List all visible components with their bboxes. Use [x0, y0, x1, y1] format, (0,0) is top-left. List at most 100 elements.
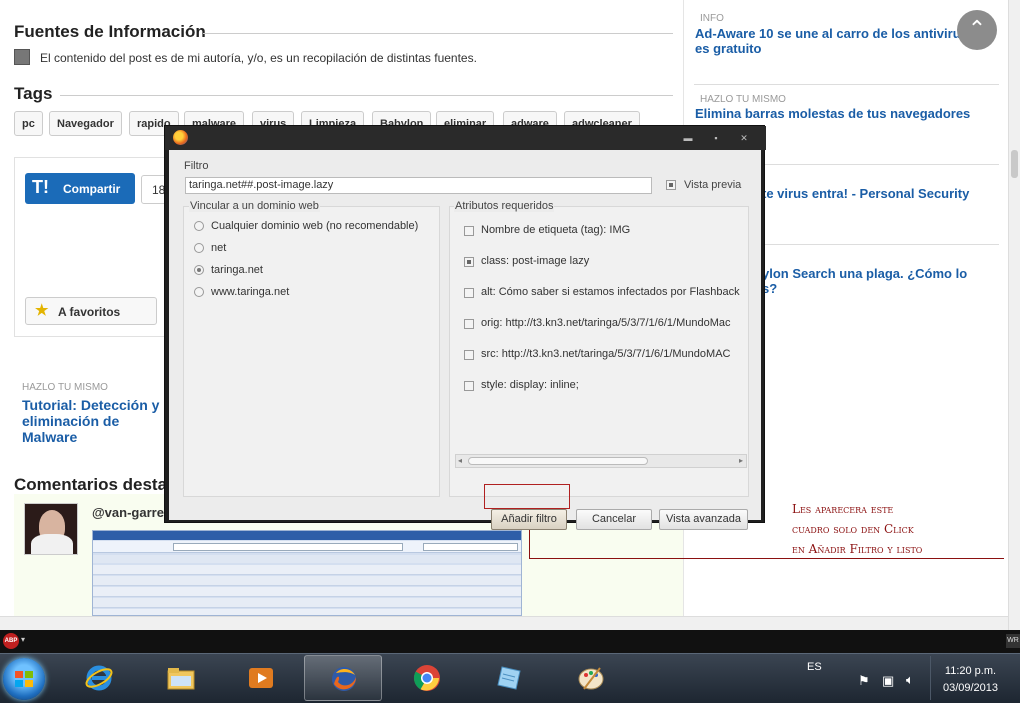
attr-checkbox-alt[interactable]	[464, 288, 474, 298]
taskbar-firefox[interactable]	[304, 655, 382, 701]
close-button[interactable]: ✕	[735, 134, 753, 143]
system-clock[interactable]: 11:20 p.m. 03/09/2013	[930, 656, 1010, 700]
chevron-up-icon: ⌃	[967, 16, 987, 41]
divider	[203, 33, 673, 34]
chrome-icon	[413, 665, 440, 691]
sidebar-link-virus[interactable]: te virus entra! - Personal Security	[762, 186, 969, 201]
sidebar-link-line: es gratuito	[695, 41, 762, 56]
annotation-text: Les aparecera este cuadro solo den Click…	[792, 499, 962, 559]
sidebar-link-barras[interactable]: Elimina barras molestas de tus navegador…	[695, 106, 970, 121]
network-icon[interactable]: ▣	[882, 673, 894, 689]
related-title-line: Malware	[22, 429, 78, 445]
annotation-line: en Añadir Filtro y listo	[792, 542, 923, 556]
related-title-line: eliminación de	[22, 413, 120, 429]
sidebar-link-line: s?	[762, 281, 778, 296]
internet-explorer-icon	[85, 665, 113, 691]
scroll-top-button[interactable]: ⌃	[957, 10, 997, 50]
favorites-button[interactable]: ★ A favoritos	[25, 297, 157, 325]
attr-checkbox-orig[interactable]	[464, 319, 474, 329]
sidebar-link-line: ylon Search una plaga. ¿Cómo lo	[762, 266, 968, 281]
domain-option-label: taringa.net	[211, 264, 263, 276]
add-filter-button[interactable]: Añadir filtro	[491, 509, 567, 530]
minimize-button[interactable]: ▬	[679, 134, 697, 143]
folder-icon	[167, 668, 195, 690]
attr-checkbox-class[interactable]	[464, 257, 474, 267]
filter-label: Filtro	[184, 160, 209, 172]
attr-checkbox-tag[interactable]	[464, 226, 474, 236]
domain-option-label: Cualquier dominio web (no recomendable)	[211, 220, 419, 232]
scrollbar-thumb[interactable]	[1011, 150, 1018, 178]
windows-logo-icon	[15, 671, 33, 687]
attr-label: orig: http://t3.kn3.net/taringa/5/3/7/1/…	[481, 317, 731, 329]
scrollbar-thumb[interactable]	[468, 457, 648, 465]
addon-bar: ABP ▾ WR	[0, 630, 1020, 653]
domain-radio-taringa[interactable]	[194, 265, 204, 275]
wr-icon[interactable]: WR	[1006, 634, 1020, 648]
language-indicator[interactable]: ES	[807, 661, 822, 673]
sidebar-link-babylon[interactable]: ylon Search una plaga. ¿Cómo lo s?	[762, 266, 967, 296]
sidebar-link-line: Ad-Aware 10 se une al carro de los antiv…	[695, 26, 979, 41]
scroll-left-icon[interactable]: ◂	[458, 456, 462, 465]
tag-navegador[interactable]: Navegador	[49, 111, 122, 136]
domain-option-label: net	[211, 242, 227, 254]
avatar[interactable]	[24, 503, 78, 555]
attr-checkbox-style[interactable]	[464, 381, 474, 391]
share-label: Compartir	[63, 182, 121, 196]
firefox-icon	[332, 667, 357, 691]
filter-input[interactable]: taringa.net##.post-image.lazy	[185, 177, 652, 194]
domain-radio-any[interactable]	[194, 221, 204, 231]
paint-palette-icon	[578, 667, 604, 690]
annotation-line: Les aparecera este	[792, 502, 894, 516]
attr-label: class: post-image lazy	[481, 255, 590, 267]
sidebar-link-adaware[interactable]: Ad-Aware 10 se une al carro de los antiv…	[695, 26, 995, 56]
start-button[interactable]	[3, 658, 45, 700]
chevron-down-icon[interactable]: ▾	[21, 635, 25, 644]
favorites-label: A favoritos	[58, 305, 121, 319]
maximize-button[interactable]: ▪	[707, 134, 725, 143]
vertical-scrollbar[interactable]	[1008, 0, 1020, 630]
related-kicker: HAZLO TU MISMO	[22, 382, 108, 393]
flag-icon[interactable]: ⚑	[858, 673, 870, 689]
sidebar-kicker: HAZLO TU MISMO	[700, 94, 786, 105]
divider	[694, 84, 999, 85]
scroll-right-icon[interactable]: ▸	[739, 456, 743, 465]
tag-pc[interactable]: pc	[14, 111, 43, 136]
dialog-body: Filtro taringa.net##.post-image.lazy Vis…	[169, 150, 761, 530]
volume-icon[interactable]: 🔈︎	[906, 672, 914, 688]
sources-text: El contenido del post es de mi autoría, …	[40, 51, 477, 65]
sources-title: Fuentes de Información	[14, 22, 206, 41]
comment-user[interactable]: @van-garret	[92, 505, 168, 520]
related-post-link[interactable]: Tutorial: Detección y eliminación de Mal…	[22, 397, 159, 445]
tags-title: Tags	[14, 84, 53, 103]
advanced-view-button[interactable]: Vista avanzada	[659, 509, 748, 530]
attr-label: alt: Cómo saber si estamos infectados po…	[481, 286, 740, 298]
windows-taskbar: ES ⚑ ▣ 🔈︎ 11:20 p.m. 03/09/2013	[0, 653, 1020, 703]
attr-checkbox-src[interactable]	[464, 350, 474, 360]
author-icon	[14, 49, 30, 65]
share-button[interactable]: T! Compartir	[25, 173, 135, 204]
attr-label: Nombre de etiqueta (tag): IMG	[481, 224, 631, 236]
taskbar-ie[interactable]	[60, 655, 138, 701]
domain-radio-www-taringa[interactable]	[194, 287, 204, 297]
taskbar-notepad[interactable]	[470, 655, 548, 701]
annotation-line: cuadro solo den Click	[792, 522, 914, 536]
taskbar-chrome[interactable]	[388, 655, 466, 701]
taskbar-media-player[interactable]	[222, 655, 300, 701]
attributes-list: Nombre de etiqueta (tag): IMG class: pos…	[454, 206, 749, 454]
taskbar-explorer[interactable]	[142, 655, 220, 701]
dialog-titlebar[interactable]: ▬ ▪ ✕	[165, 126, 766, 150]
taringa-icon: T!	[32, 177, 49, 197]
firefox-icon	[173, 130, 188, 145]
notepad-icon	[497, 666, 521, 690]
star-icon: ★	[35, 302, 49, 319]
taskbar-paint[interactable]	[552, 655, 630, 701]
attributes-hscrollbar[interactable]: ◂ ▸	[455, 454, 747, 468]
sidebar-kicker: INFO	[700, 13, 724, 24]
horizontal-scrollbar[interactable]	[0, 616, 1008, 630]
divider	[60, 95, 673, 96]
domain-radio-net[interactable]	[194, 243, 204, 253]
annotation-highlight-box	[484, 484, 570, 509]
cancel-button[interactable]: Cancelar	[576, 509, 652, 530]
preview-checkbox[interactable]	[666, 180, 676, 190]
adblock-plus-icon[interactable]: ABP	[3, 633, 19, 649]
